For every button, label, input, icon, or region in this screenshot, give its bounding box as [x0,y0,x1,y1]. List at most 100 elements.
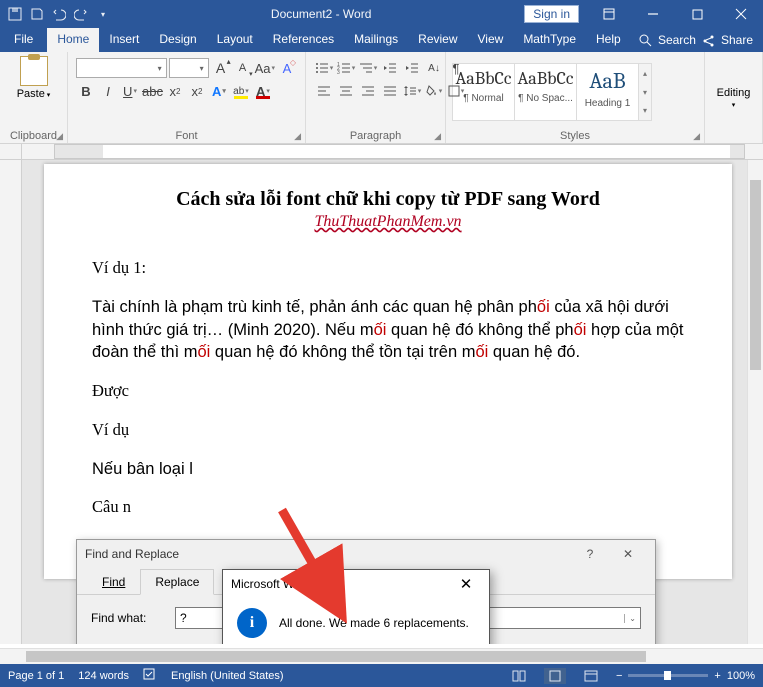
doc-p6: Câu n [92,496,684,519]
view-read-icon[interactable] [508,668,530,684]
underline-button[interactable]: U▾ [120,81,140,101]
autosave-icon[interactable] [6,5,24,23]
sort-button[interactable]: A↓ [424,58,444,78]
styles-launcher-icon[interactable]: ◢ [693,131,700,142]
doc-heading: Cách sửa lỗi font chữ khi copy từ PDF sa… [92,188,684,211]
font-size-combo[interactable]: ▾ [169,58,209,78]
bullets-button[interactable]: ▾ [314,58,334,78]
shading-button[interactable]: ▾ [424,81,444,101]
view-print-icon[interactable] [544,668,566,684]
strike-button[interactable]: abc [142,81,163,101]
dialog-close-button[interactable]: ✕ [609,543,647,565]
vertical-scrollbar[interactable] [747,160,763,644]
align-center-button[interactable] [336,81,356,101]
clear-format-button[interactable]: A◇ [277,58,297,78]
undo-icon[interactable] [50,5,68,23]
style-heading1[interactable]: AaBHeading 1 [576,63,639,121]
tab-home[interactable]: Home [47,28,99,52]
tab-file[interactable]: File [0,28,47,52]
justify-button[interactable] [380,81,400,101]
clipboard-label: Clipboard [10,130,57,142]
font-launcher-icon[interactable]: ◢ [294,131,301,142]
zoom-in-button[interactable]: + [714,670,720,682]
dialog-title: Find and Replace [85,547,179,561]
line-spacing-button[interactable]: ▾ [402,81,422,101]
qat-more-icon[interactable]: ▾ [94,5,112,23]
text-effects-button[interactable]: A▾ [209,81,229,101]
tab-mailings[interactable]: Mailings [344,28,408,52]
status-page[interactable]: Page 1 of 1 [8,670,64,682]
zoom-slider[interactable] [628,674,708,677]
grow-font-button[interactable]: A▴ [211,58,231,78]
tab-design[interactable]: Design [149,28,206,52]
multilevel-button[interactable]: ▾ [358,58,378,78]
numbering-button[interactable]: 123▾ [336,58,356,78]
superscript-button[interactable]: x2 [187,81,207,101]
tab-layout[interactable]: Layout [207,28,263,52]
tab-review[interactable]: Review [408,28,467,52]
doc-p5: Nếu bân loại l [92,458,684,481]
document-area: Cách sửa lỗi font chữ khi copy từ PDF sa… [0,144,763,644]
maximize-button[interactable] [675,0,719,28]
horizontal-scrollbar[interactable] [0,648,763,664]
status-words[interactable]: 124 words [78,670,129,682]
minimize-button[interactable] [631,0,675,28]
search-button[interactable]: Search [639,33,696,47]
paste-label: Paste [17,88,45,100]
clipboard-launcher-icon[interactable]: ◢ [56,131,63,142]
show-marks-button[interactable]: ¶ [446,58,466,78]
ribbon-tabs: File Home Insert Design Layout Reference… [0,28,763,52]
shrink-font-button[interactable]: A▾ [233,58,253,78]
font-name-combo[interactable]: ▾ [76,58,167,78]
paragraph-launcher-icon[interactable]: ◢ [434,131,441,142]
borders-button[interactable]: ▾ [446,81,466,101]
msgbox-close-button[interactable]: ✕ [451,574,481,594]
tab-references[interactable]: References [263,28,344,52]
font-group-label: Font [175,130,197,142]
align-right-button[interactable] [358,81,378,101]
increase-indent-button[interactable] [402,58,422,78]
ribbon-display-icon[interactable] [587,0,631,28]
decrease-indent-button[interactable] [380,58,400,78]
highlight-button[interactable]: ab▾ [231,81,251,101]
share-button[interactable]: Share [702,33,753,47]
styles-label: Styles [560,130,590,142]
dialog-help-button[interactable]: ? [571,543,609,565]
group-font: ▾ ▾ A▴ A▾ Aa▾ A◇ B I U▾ abc x2 x2 A▾ ab▾… [68,52,306,143]
tab-view[interactable]: View [468,28,514,52]
subscript-button[interactable]: x2 [165,81,185,101]
paste-button[interactable]: Paste ▾ [13,56,55,100]
editing-button[interactable]: Editing [717,87,751,99]
align-left-button[interactable] [314,81,334,101]
font-color-button[interactable]: A▾ [253,81,273,101]
tab-help[interactable]: Help [586,28,631,52]
change-case-button[interactable]: Aa▾ [255,58,275,78]
vertical-ruler[interactable] [0,160,22,644]
style-no-spacing[interactable]: AaBbCc¶ No Spac... [514,63,577,121]
dialog-tab-find[interactable]: Find [87,569,140,595]
close-button[interactable] [719,0,763,28]
styles-more-button[interactable]: ▴▾▾ [638,63,652,121]
paragraph-label: Paragraph [350,130,401,142]
group-editing: Editing▾ [705,52,763,143]
doc-p2: Tài chính là phạm trù kinh tế, phản ánh … [92,296,684,364]
ribbon: Paste ▾ Clipboard◢ ▾ ▾ A▴ A▾ Aa▾ A◇ B I … [0,52,763,144]
tab-mathtype[interactable]: MathType [513,28,586,52]
zoom-level[interactable]: 100% [727,670,755,682]
msgbox-title: Microsoft Word [231,577,311,591]
zoom-out-button[interactable]: − [616,670,622,682]
svg-text:3: 3 [337,70,340,74]
tab-insert[interactable]: Insert [99,28,149,52]
page[interactable]: Cách sửa lỗi font chữ khi copy từ PDF sa… [44,164,732,579]
save-icon[interactable] [28,5,46,23]
status-language[interactable]: English (United States) [171,670,284,682]
status-spellcheck-icon[interactable] [143,667,157,684]
sign-in-button[interactable]: Sign in [524,5,579,23]
horizontal-ruler[interactable] [22,144,763,160]
view-web-icon[interactable] [580,668,602,684]
redo-icon[interactable] [72,5,90,23]
doc-p4: Ví dụ [92,419,684,442]
bold-button[interactable]: B [76,81,96,101]
italic-button[interactable]: I [98,81,118,101]
dialog-tab-replace[interactable]: Replace [140,569,214,595]
